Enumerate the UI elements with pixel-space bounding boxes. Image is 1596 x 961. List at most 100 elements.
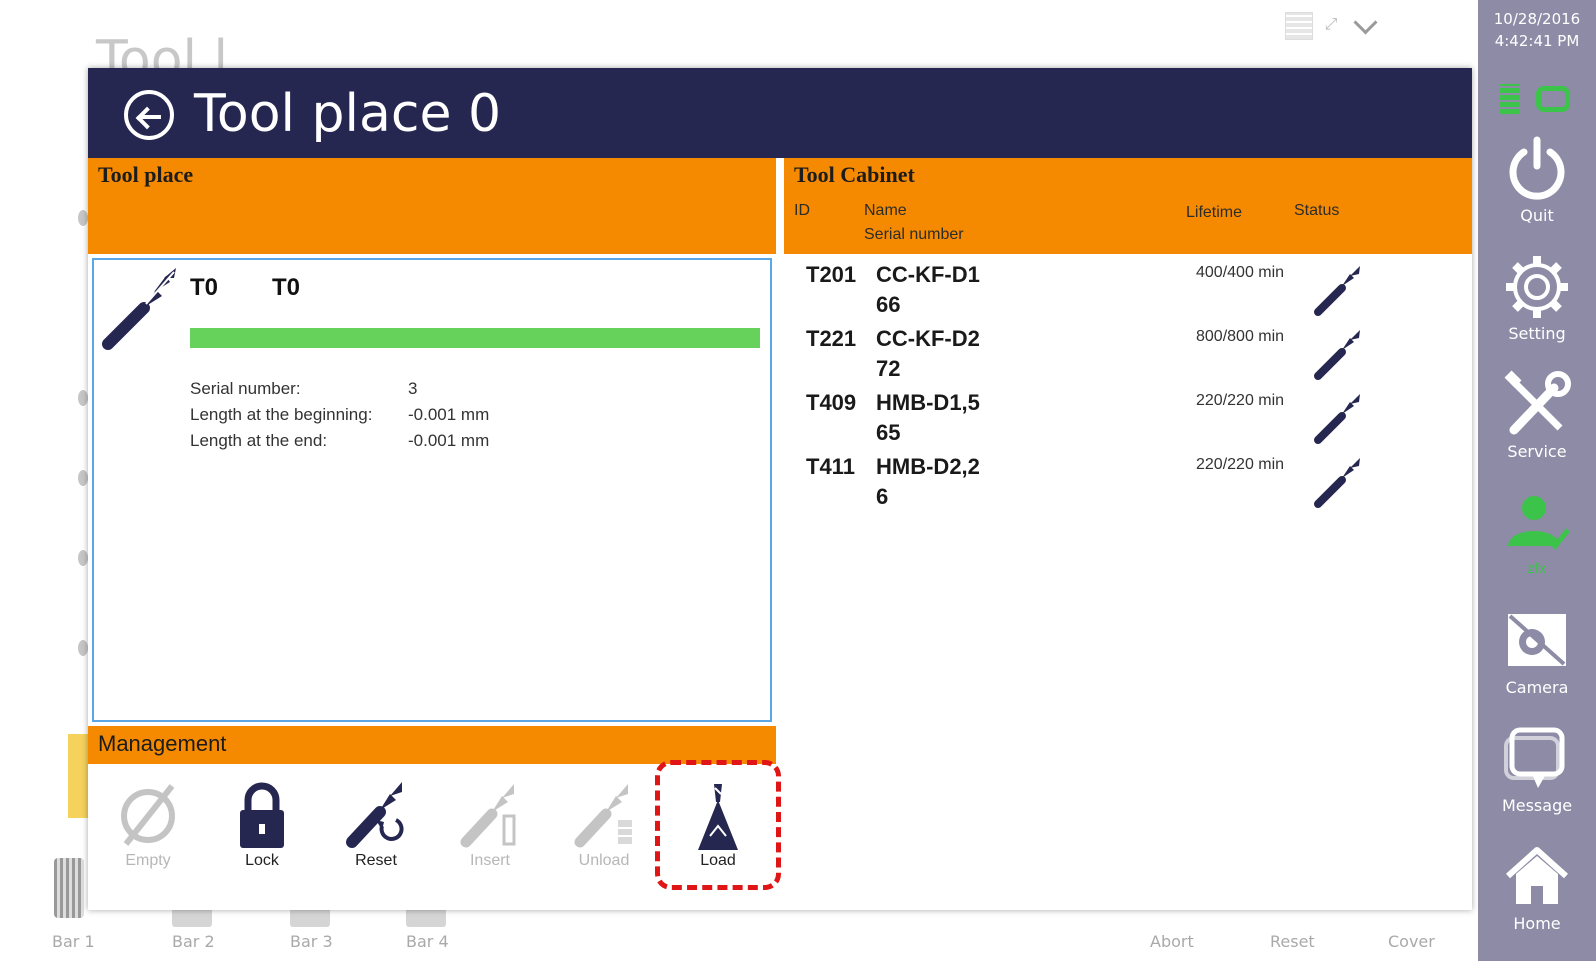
tool-cabinet-name: HMB-D1,5 bbox=[876, 390, 980, 415]
column-lifetime: Lifetime bbox=[1186, 204, 1243, 221]
bar1-button[interactable]: Bar 1 bbox=[52, 932, 95, 951]
tool-status-icon bbox=[1312, 262, 1364, 318]
power-icon bbox=[1502, 134, 1572, 204]
insert-label: Insert bbox=[469, 852, 510, 869]
tool-lifetime-bar-fill bbox=[190, 328, 760, 348]
bar3-button[interactable]: Bar 3 bbox=[290, 932, 333, 951]
connection-status bbox=[1496, 80, 1586, 116]
tool-cabinet-id: T409 bbox=[806, 390, 857, 415]
expand-icon[interactable]: ⤢ bbox=[1319, 14, 1343, 38]
user-icon bbox=[1502, 490, 1572, 560]
sidebar-item-label: Service bbox=[1507, 442, 1567, 461]
sidebar-item-user[interactable]: zfx bbox=[1478, 490, 1596, 577]
tool-cabinet-lifetime: 220/220 min bbox=[1196, 456, 1285, 473]
table-row[interactable]: T221 CC-KF-D2 72 800/800 min bbox=[784, 322, 1472, 386]
unload-tool-icon bbox=[574, 780, 634, 850]
sidebar-item-camera[interactable]: Camera bbox=[1478, 606, 1596, 697]
end-mill-tool-icon bbox=[100, 266, 180, 350]
insert-button[interactable]: Insert bbox=[440, 768, 540, 878]
cover-button[interactable]: Cover bbox=[1388, 932, 1435, 951]
bar2-button[interactable]: Bar 2 bbox=[172, 932, 215, 951]
reset-bottom-button[interactable]: Reset bbox=[1270, 932, 1315, 951]
sidebar-item-message[interactable]: Message bbox=[1478, 724, 1596, 815]
background-bottom-bar: Bar 1 Bar 2 Bar 3 Bar 4 Abort Reset Cove… bbox=[0, 905, 1478, 961]
plug-icon bbox=[1536, 86, 1570, 112]
datetime: 10/28/2016 4:42:41 PM bbox=[1478, 8, 1596, 52]
empty-icon bbox=[118, 780, 178, 850]
sidebar-item-service[interactable]: Service bbox=[1478, 370, 1596, 461]
column-status: Status bbox=[1294, 202, 1340, 219]
column-serial: Serial number bbox=[864, 226, 964, 243]
dialog-header: Tool place 0 bbox=[88, 68, 1472, 158]
insert-tool-icon bbox=[460, 780, 520, 850]
unload-button[interactable]: Unload bbox=[554, 768, 654, 878]
tool-cabinet-name: CC-KF-D2 bbox=[876, 326, 980, 351]
dialog-title: Tool place 0 bbox=[194, 84, 502, 144]
sidebar-item-label: Quit bbox=[1520, 206, 1554, 225]
tool-place-dialog: Tool place 0 Tool place T0 T0 Serial num… bbox=[88, 68, 1472, 910]
tool-status-icon bbox=[1312, 390, 1364, 446]
detail-row: Length at the end: -0.001 mm bbox=[190, 428, 489, 454]
tool-lifetime-bar bbox=[190, 328, 760, 348]
sidebar-item-label: Message bbox=[1501, 796, 1573, 815]
tool-status-icon bbox=[1312, 326, 1364, 382]
camera-icon bbox=[1502, 606, 1572, 676]
home-icon bbox=[1502, 842, 1572, 912]
tool-cabinet-name: CC-KF-D1 bbox=[876, 262, 980, 287]
right-sidebar: 10/28/2016 4:42:41 PM Quit Setting Servi… bbox=[1478, 0, 1596, 961]
gear-icon bbox=[1502, 252, 1572, 322]
reset-button[interactable]: Reset bbox=[326, 768, 426, 878]
detail-value: -0.001 mm bbox=[408, 405, 490, 424]
tool-place-card[interactable]: T0 T0 Serial number: 3 Length at the begi… bbox=[92, 258, 772, 722]
empty-button[interactable]: Empty bbox=[98, 768, 198, 878]
tool-cabinet-id: T411 bbox=[806, 454, 855, 479]
column-id: ID bbox=[794, 202, 810, 219]
sidebar-item-setting[interactable]: Setting bbox=[1478, 252, 1596, 343]
reset-label: Reset bbox=[355, 852, 397, 869]
chevron-down-icon[interactable] bbox=[1349, 12, 1383, 40]
detail-key: Serial number: bbox=[190, 379, 301, 398]
detail-row: Length at the beginning: -0.001 mm bbox=[190, 402, 489, 428]
tool-cabinet-id: T201 bbox=[806, 262, 857, 287]
reset-tool-icon bbox=[346, 780, 406, 850]
background-list-strip bbox=[68, 200, 90, 820]
tool-place-header: Tool place bbox=[88, 158, 776, 254]
table-row[interactable]: T409 HMB-D1,5 65 220/220 min bbox=[784, 386, 1472, 450]
sidebar-item-quit[interactable]: Quit bbox=[1478, 134, 1596, 225]
tool-place-header-title: Tool place bbox=[98, 162, 194, 187]
tool-cabinet-serial: 66 bbox=[876, 292, 901, 317]
sidebar-item-home[interactable]: Home bbox=[1478, 842, 1596, 933]
tool-name: T0 bbox=[272, 274, 301, 301]
unload-label: Unload bbox=[578, 852, 630, 869]
abort-button[interactable]: Abort bbox=[1150, 932, 1194, 951]
sidebar-item-label: Setting bbox=[1508, 324, 1566, 343]
wrench-screwdriver-icon bbox=[1502, 370, 1572, 440]
time-label: 4:42:41 PM bbox=[1494, 32, 1580, 50]
back-arrow-icon[interactable] bbox=[124, 90, 174, 140]
window-controls: ⤢ bbox=[1285, 10, 1385, 42]
tool-cabinet-lifetime: 220/220 min bbox=[1196, 392, 1285, 409]
lock-button[interactable]: Lock bbox=[212, 768, 312, 878]
battery-icon bbox=[1500, 84, 1520, 114]
date-label: 10/28/2016 bbox=[1493, 10, 1581, 28]
tool-cabinet-title: Tool Cabinet bbox=[794, 162, 915, 187]
table-row[interactable]: T411 HMB-D2,2 6 220/220 min bbox=[784, 450, 1472, 514]
sidebar-item-label: zfx bbox=[1527, 562, 1547, 577]
detail-key: Length at the end: bbox=[190, 431, 328, 450]
tool-cabinet-id: T221 bbox=[806, 326, 857, 351]
tool-status-icon bbox=[1312, 454, 1364, 510]
bar4-button[interactable]: Bar 4 bbox=[406, 932, 449, 951]
lock-label: Lock bbox=[245, 852, 279, 869]
tool-cabinet-lifetime: 400/400 min bbox=[1196, 264, 1285, 281]
tool-cabinet-serial: 65 bbox=[876, 420, 901, 445]
sidebar-item-label: Camera bbox=[1505, 678, 1569, 697]
tool-cabinet-lifetime: 800/800 min bbox=[1196, 328, 1285, 345]
message-icon bbox=[1502, 724, 1572, 794]
management-toolbar: Empty Lock Reset Insert Unload Load bbox=[88, 760, 781, 890]
empty-label: Empty bbox=[125, 852, 171, 869]
table-row[interactable]: T201 CC-KF-D1 66 400/400 min bbox=[784, 258, 1472, 322]
tool-cabinet-header: Tool Cabinet ID Name Serial number Lifet… bbox=[784, 158, 1472, 254]
grid-icon[interactable] bbox=[1285, 12, 1313, 40]
detail-value: 3 bbox=[408, 379, 418, 398]
sidebar-item-label: Home bbox=[1513, 914, 1561, 933]
